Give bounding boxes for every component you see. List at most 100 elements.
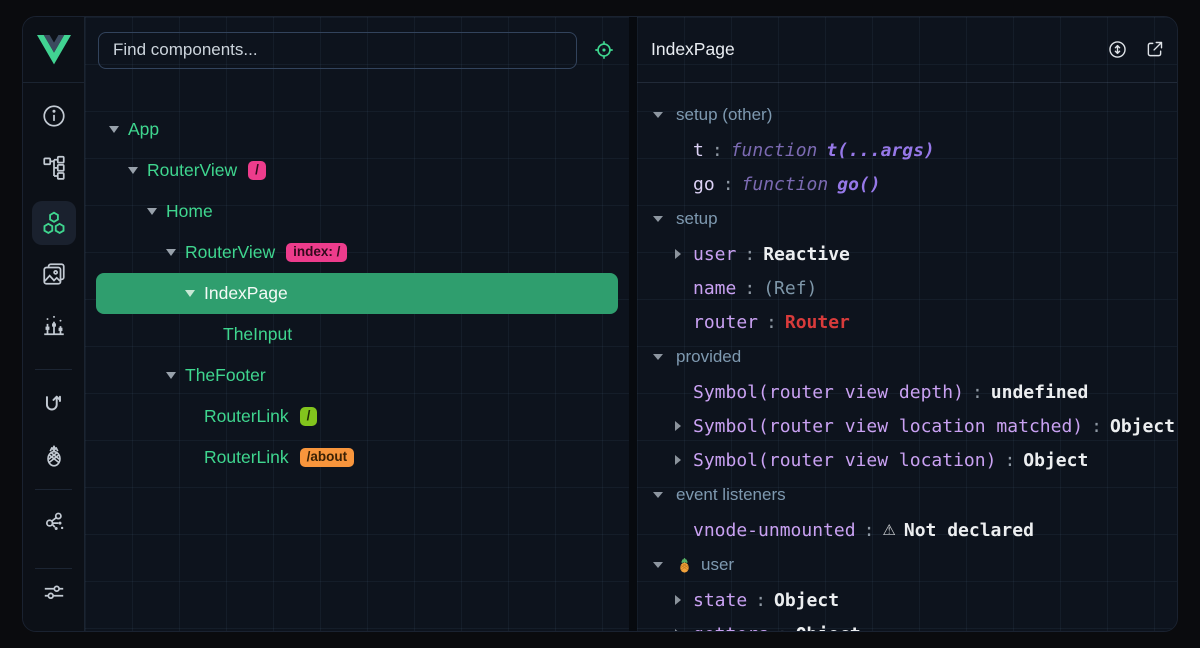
tree-row[interactable]: TheFooter bbox=[85, 355, 629, 396]
section-label: setup (other) bbox=[676, 105, 772, 125]
function-keyword: function bbox=[731, 140, 818, 161]
collapse-icon[interactable] bbox=[653, 112, 670, 118]
component-name: Home bbox=[166, 201, 213, 222]
state-row[interactable]: state : Object bbox=[637, 583, 1178, 617]
state-key: getters bbox=[693, 624, 769, 632]
sidebar bbox=[23, 17, 85, 631]
component-name: RouterLink bbox=[204, 447, 289, 468]
state-value: Object bbox=[796, 624, 861, 632]
inspector-section[interactable]: event listeners bbox=[637, 477, 1178, 513]
state-value: Object bbox=[1110, 416, 1175, 437]
tree-row[interactable]: RouterLink / bbox=[85, 396, 629, 437]
timeline-controls-icon[interactable] bbox=[41, 312, 67, 338]
assets-icon[interactable] bbox=[41, 261, 67, 287]
section-label: provided bbox=[676, 347, 741, 367]
tree-row[interactable]: Home bbox=[85, 191, 629, 232]
state-key: Symbol(router view location matched) bbox=[693, 416, 1083, 437]
state-row: router : Router bbox=[637, 305, 1178, 339]
section-label: event listeners bbox=[676, 485, 786, 505]
expand-arrow-icon[interactable] bbox=[675, 421, 693, 431]
inspected-component-title: IndexPage bbox=[651, 39, 1091, 60]
collapse-icon[interactable] bbox=[653, 354, 670, 360]
component-name: IndexPage bbox=[204, 283, 288, 304]
tree-row[interactable]: RouterLink /about bbox=[85, 437, 629, 478]
vue-devtools-window: App RouterView / Home RouterView index: … bbox=[22, 16, 1178, 632]
search-input[interactable] bbox=[98, 32, 577, 69]
separator: : bbox=[723, 174, 734, 195]
vue-logo bbox=[23, 17, 84, 83]
inspector-section[interactable]: setup bbox=[637, 201, 1178, 237]
inspector-section[interactable]: user bbox=[637, 547, 1178, 583]
settings-tab-icon[interactable] bbox=[41, 579, 67, 605]
state-key: Symbol(router view depth) bbox=[693, 382, 964, 403]
collapse-icon[interactable] bbox=[653, 562, 670, 568]
state-inspector-panel: IndexPage setup (other) bbox=[637, 17, 1178, 631]
component-name: App bbox=[128, 119, 159, 140]
component-name: RouterLink bbox=[204, 406, 289, 427]
router-tab-icon[interactable] bbox=[41, 390, 67, 416]
expand-arrow-icon[interactable] bbox=[675, 455, 693, 465]
state-row: t : function t(...args) bbox=[637, 133, 1178, 167]
separator: : bbox=[1004, 450, 1015, 471]
tree-row[interactable]: App bbox=[85, 109, 629, 150]
separator: : bbox=[972, 382, 983, 403]
panel-resize-handle[interactable] bbox=[629, 17, 637, 631]
state-key: router bbox=[693, 312, 758, 333]
state-row[interactable]: getters : Object bbox=[637, 617, 1178, 631]
component-tree: App RouterView / Home RouterView index: … bbox=[85, 83, 629, 478]
expander-icon[interactable] bbox=[166, 372, 185, 379]
expander-icon[interactable] bbox=[147, 208, 166, 215]
components-tab-icon[interactable] bbox=[41, 210, 67, 236]
overview-info-icon[interactable] bbox=[41, 103, 67, 129]
state-key: user bbox=[693, 244, 736, 265]
inspector-section[interactable]: setup (other) bbox=[637, 97, 1178, 133]
collapse-icon[interactable] bbox=[653, 216, 670, 222]
expand-arrow-icon[interactable] bbox=[675, 249, 693, 259]
state-key: Symbol(router view location) bbox=[693, 450, 996, 471]
component-name: TheInput bbox=[223, 324, 292, 345]
state-key: t bbox=[693, 140, 704, 161]
separator: : bbox=[1091, 416, 1102, 437]
expander-icon[interactable] bbox=[128, 167, 147, 174]
state-row[interactable]: user : Reactive bbox=[637, 237, 1178, 271]
expand-collapse-all-icon[interactable] bbox=[1107, 39, 1128, 60]
state-row: name : (Ref) bbox=[637, 271, 1178, 305]
route-badge: / bbox=[248, 161, 266, 180]
route-badge: / bbox=[300, 407, 318, 426]
state-value: Object bbox=[774, 590, 839, 611]
state-value: Object bbox=[1023, 450, 1088, 471]
expander-icon[interactable] bbox=[109, 126, 128, 133]
collapse-icon[interactable] bbox=[653, 492, 670, 498]
component-picker-icon[interactable] bbox=[593, 39, 615, 61]
state-row[interactable]: Symbol(router view location matched) : O… bbox=[637, 409, 1178, 443]
expander-icon[interactable] bbox=[166, 249, 185, 256]
state-row[interactable]: Symbol(router view location) : Object bbox=[637, 443, 1178, 477]
sidebar-divider bbox=[35, 369, 72, 370]
separator: : bbox=[755, 590, 766, 611]
function-signature: t(...args) bbox=[826, 140, 934, 161]
open-in-editor-icon[interactable] bbox=[1144, 39, 1165, 60]
sidebar-divider bbox=[35, 568, 72, 569]
pages-tree-icon[interactable] bbox=[41, 154, 67, 180]
separator: : bbox=[744, 244, 755, 265]
tree-row[interactable]: RouterView index: / bbox=[85, 232, 629, 273]
separator: : bbox=[864, 520, 875, 541]
separator: : bbox=[744, 278, 755, 299]
expand-arrow-icon[interactable] bbox=[675, 595, 693, 605]
tree-row-selected[interactable]: IndexPage bbox=[96, 273, 618, 314]
pinia-store-icon bbox=[676, 557, 693, 574]
route-badge: index: / bbox=[286, 243, 347, 262]
graph-tab-icon[interactable] bbox=[41, 509, 67, 535]
route-badge: /about bbox=[300, 448, 355, 467]
state-value: Not declared bbox=[904, 520, 1034, 541]
tree-row[interactable]: TheInput bbox=[85, 314, 629, 355]
state-value: Reactive bbox=[763, 244, 850, 265]
pinia-tab-icon[interactable] bbox=[41, 443, 67, 469]
tree-row[interactable]: RouterView / bbox=[85, 150, 629, 191]
expander-icon[interactable] bbox=[185, 290, 204, 297]
expand-arrow-icon[interactable] bbox=[675, 629, 693, 631]
section-label: setup bbox=[676, 209, 718, 229]
state-value: (Ref) bbox=[763, 278, 817, 299]
separator: : bbox=[712, 140, 723, 161]
inspector-section[interactable]: provided bbox=[637, 339, 1178, 375]
